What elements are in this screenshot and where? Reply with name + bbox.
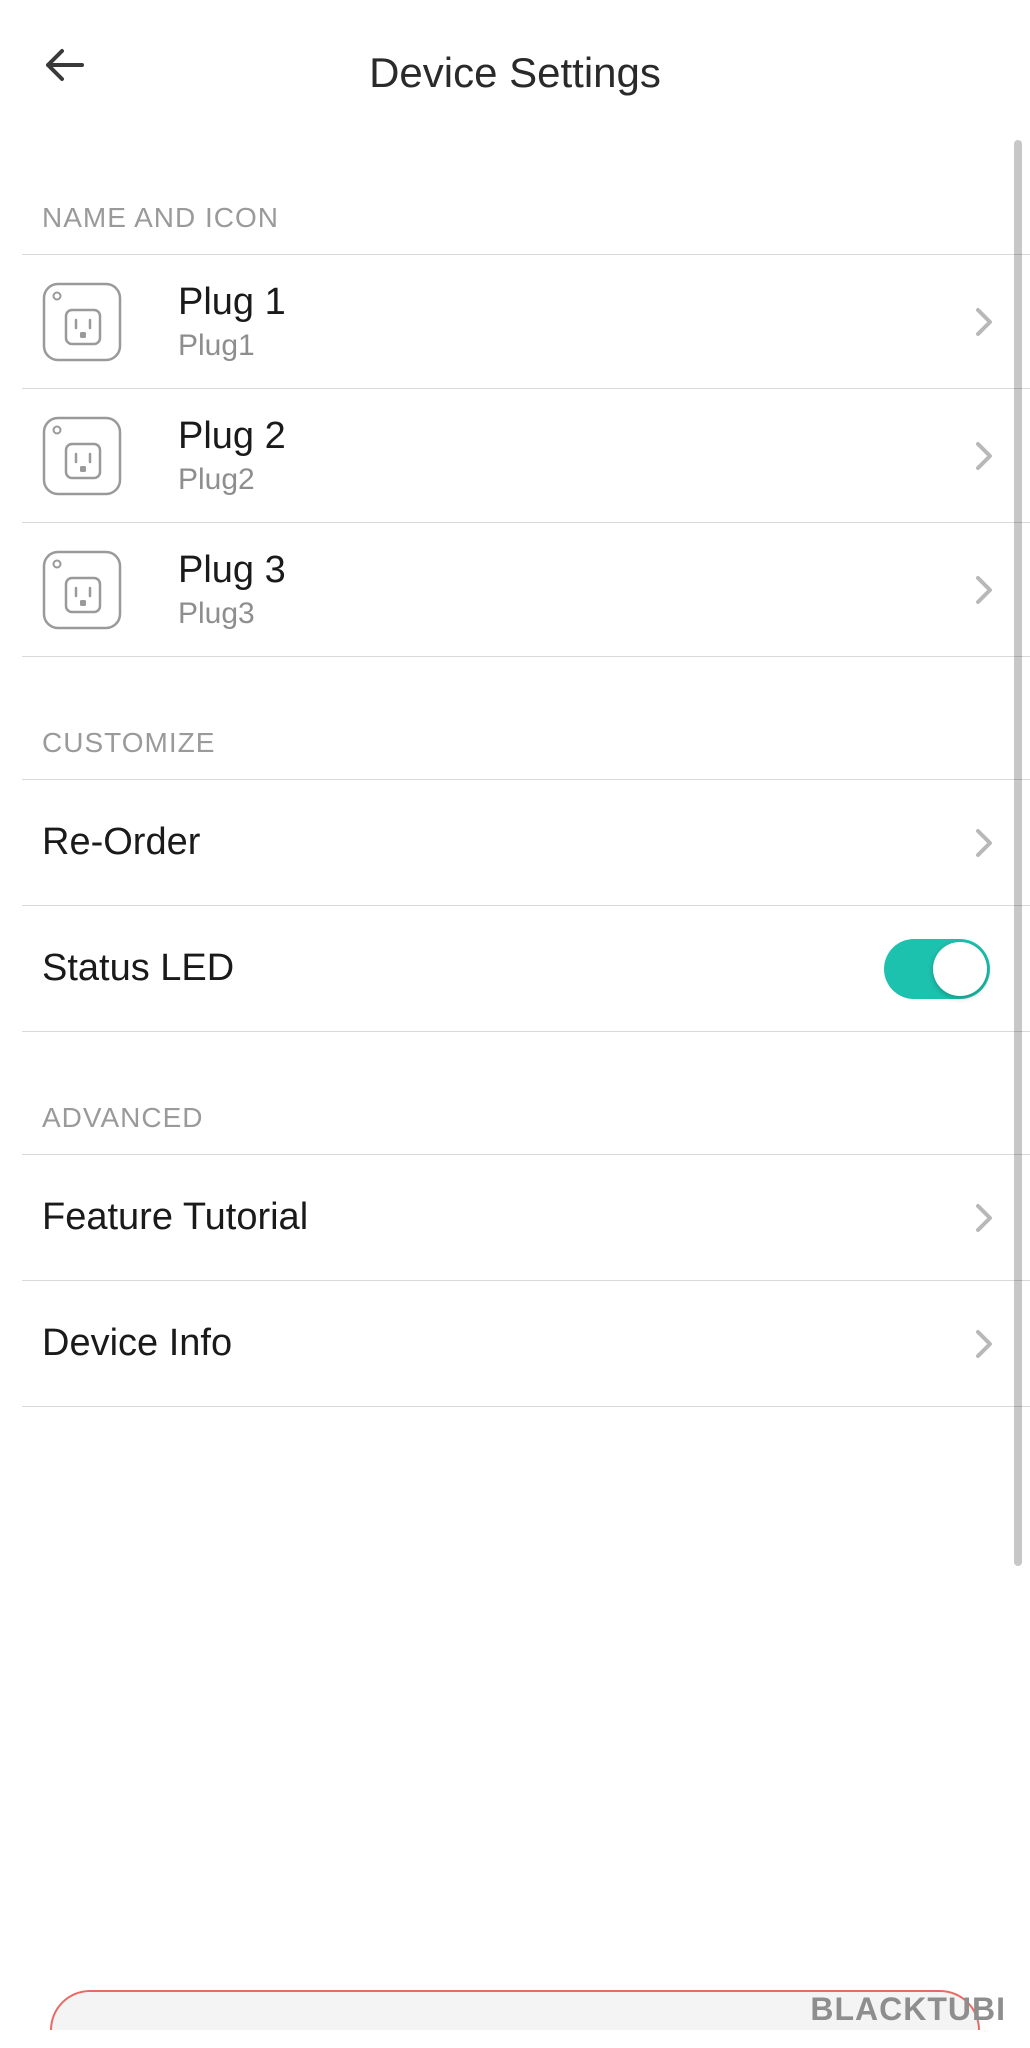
chevron-right-icon [972, 436, 996, 476]
section-header-name-icon: NAME AND ICON [22, 130, 1030, 254]
content-area: NAME AND ICON Plug 1 Plug1 [0, 130, 1030, 1407]
plug-row-3[interactable]: Plug 3 Plug3 [22, 523, 1030, 656]
chevron-right-icon [972, 302, 996, 342]
plug-icon [42, 282, 122, 362]
divider [22, 1406, 1030, 1407]
plug-title: Plug 3 [178, 548, 972, 594]
device-info-label: Device Info [42, 1322, 972, 1365]
arrow-left-icon [42, 42, 88, 88]
plug-title: Plug 2 [178, 414, 972, 460]
plug-text: Plug 3 Plug3 [122, 548, 972, 632]
feature-tutorial-label: Feature Tutorial [42, 1196, 972, 1239]
plug-subtitle: Plug1 [178, 329, 972, 363]
plug-icon [42, 550, 122, 630]
plug-subtitle: Plug3 [178, 597, 972, 631]
status-led-row: Status LED [22, 906, 1030, 1031]
device-info-row[interactable]: Device Info [22, 1281, 1030, 1406]
plug-title: Plug 1 [178, 280, 972, 326]
scroll-indicator[interactable] [1014, 140, 1022, 1566]
toggle-thumb [933, 942, 987, 996]
reorder-label: Re-Order [42, 821, 972, 864]
watermark: BLACKTUBI [810, 1991, 1006, 2028]
plug-row-2[interactable]: Plug 2 Plug2 [22, 389, 1030, 522]
reorder-row[interactable]: Re-Order [22, 780, 1030, 905]
plug-text: Plug 2 Plug2 [122, 414, 972, 498]
status-led-toggle[interactable] [884, 939, 990, 999]
page-title: Device Settings [40, 49, 990, 97]
app-header: Device Settings [0, 0, 1030, 130]
feature-tutorial-row[interactable]: Feature Tutorial [22, 1155, 1030, 1280]
back-button[interactable] [40, 40, 90, 90]
plug-icon [42, 416, 122, 496]
plug-subtitle: Plug2 [178, 463, 972, 497]
status-led-label: Status LED [42, 947, 884, 990]
section-header-advanced: ADVANCED [22, 1032, 1030, 1154]
chevron-right-icon [972, 1198, 996, 1238]
plug-text: Plug 1 Plug1 [122, 280, 972, 364]
section-header-customize: CUSTOMIZE [22, 657, 1030, 779]
plug-row-1[interactable]: Plug 1 Plug1 [22, 255, 1030, 388]
chevron-right-icon [972, 1324, 996, 1364]
chevron-right-icon [972, 570, 996, 610]
chevron-right-icon [972, 823, 996, 863]
